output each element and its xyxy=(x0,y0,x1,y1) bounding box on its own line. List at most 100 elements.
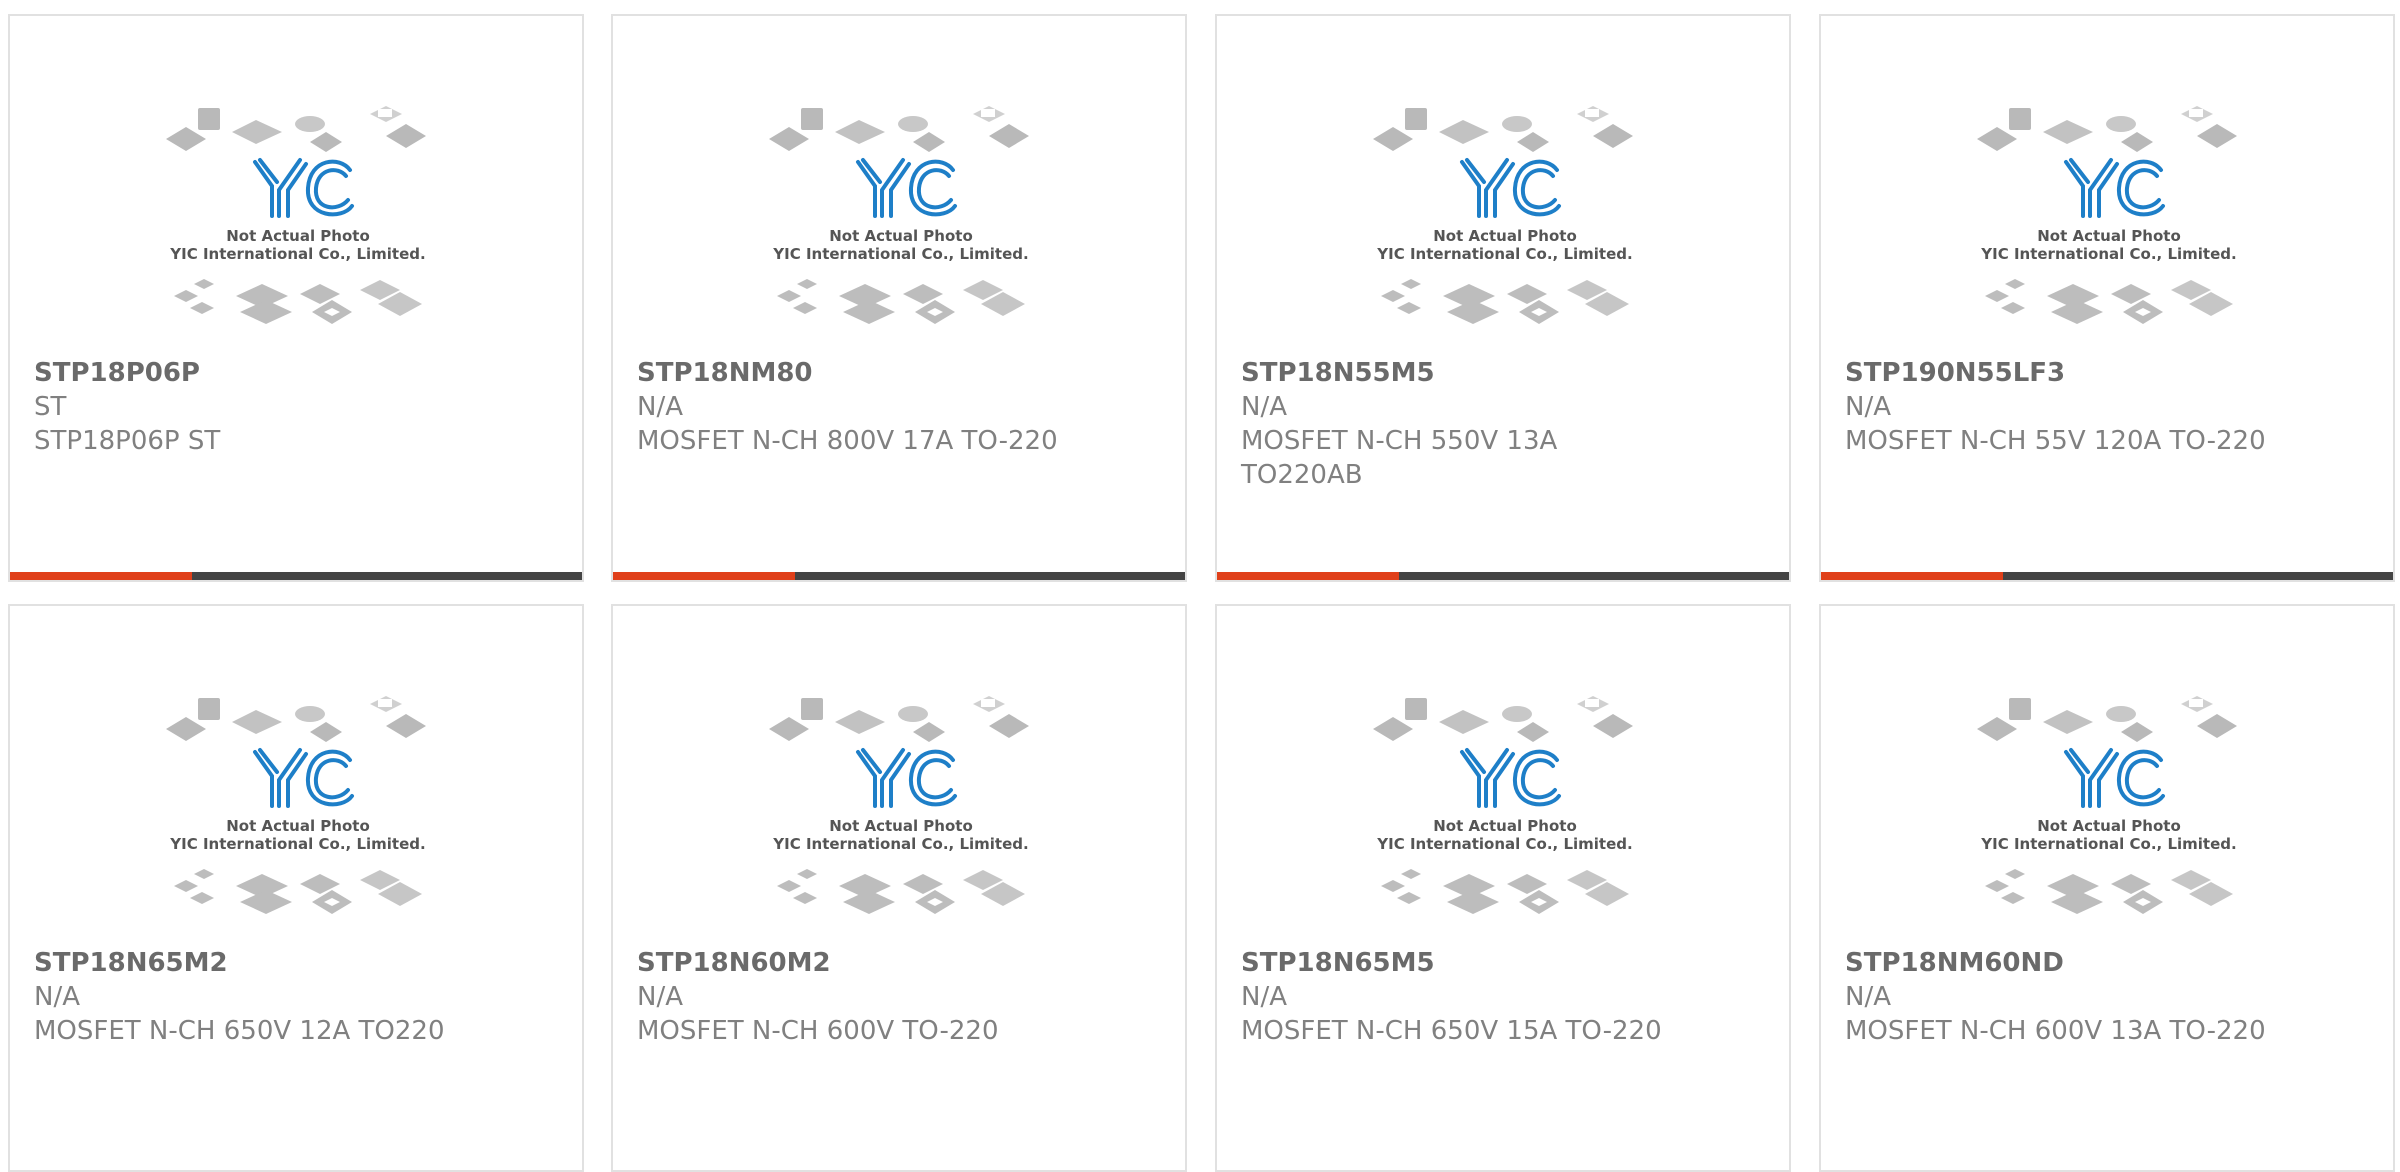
product-description: MOSFET N-CH 650V 15A TO-220 xyxy=(1241,1016,1662,1046)
product-brand: N/A xyxy=(34,982,80,1012)
product-description: MOSFET N-CH 55V 120A TO-220 xyxy=(1845,426,2266,456)
caption-line-1: Not Actual Photo xyxy=(2037,227,2181,245)
chip-icon xyxy=(777,869,1025,914)
chip-icon xyxy=(1381,869,1629,914)
product-part-number[interactable]: STP18N55M5 xyxy=(1241,356,1435,390)
not-actual-photo-caption: Not Actual Photo YIC International Co., … xyxy=(1980,817,2236,853)
caption-line-2: YIC International Co., Limited. xyxy=(1980,835,2236,853)
caption-line-2: YIC International Co., Limited. xyxy=(169,245,425,263)
product-card[interactable]: Not Actual Photo YIC International Co., … xyxy=(1215,14,1791,582)
not-actual-photo-caption: Not Actual Photo YIC International Co., … xyxy=(1376,227,1632,263)
caption-line-1: Not Actual Photo xyxy=(829,817,973,835)
product-image: Not Actual Photo YIC International Co., … xyxy=(763,684,1039,946)
product-image: Not Actual Photo YIC International Co., … xyxy=(1367,94,1643,356)
not-actual-photo-caption: Not Actual Photo YIC International Co., … xyxy=(169,817,425,853)
caption-line-1: Not Actual Photo xyxy=(2037,817,2181,835)
not-actual-photo-caption: Not Actual Photo YIC International Co., … xyxy=(772,227,1028,263)
product-card[interactable]: Not Actual Photo YIC International Co., … xyxy=(8,14,584,582)
yic-logo-icon xyxy=(856,158,957,218)
not-actual-photo-caption: Not Actual Photo YIC International Co., … xyxy=(169,227,425,263)
caption-line-2: YIC International Co., Limited. xyxy=(1376,245,1632,263)
caption-line-2: YIC International Co., Limited. xyxy=(772,835,1028,853)
product-card[interactable]: Not Actual Photo YIC International Co., … xyxy=(611,14,1187,582)
product-description: MOSFET N-CH 600V TO-220 xyxy=(637,1016,999,1046)
product-image: Not Actual Photo YIC International Co., … xyxy=(1367,684,1643,946)
product-card[interactable]: Not Actual Photo YIC International Co., … xyxy=(8,604,584,1172)
product-description: MOSFET N-CH 650V 12A TO220 xyxy=(34,1016,445,1046)
product-brand: N/A xyxy=(1241,982,1287,1012)
yic-logo-icon xyxy=(1460,158,1561,218)
product-part-number[interactable]: STP18N60M2 xyxy=(637,946,831,980)
yic-logo-icon xyxy=(253,158,354,218)
yic-logo-icon xyxy=(2064,748,2165,808)
chip-icon xyxy=(1977,696,2237,742)
not-actual-photo-caption: Not Actual Photo YIC International Co., … xyxy=(772,817,1028,853)
product-part-number[interactable]: STP18P06P xyxy=(34,356,200,390)
product-brand: N/A xyxy=(1845,392,1891,422)
card-bottom-bar xyxy=(1821,572,2393,580)
product-description: MOSFET N-CH 600V 13A TO-220 xyxy=(1845,1016,2266,1046)
card-bar-accent xyxy=(613,572,795,580)
product-description: MOSFET N-CH 800V 17A TO-220 xyxy=(637,426,1058,456)
caption-line-2: YIC International Co., Limited. xyxy=(1980,245,2236,263)
caption-line-1: Not Actual Photo xyxy=(1433,817,1577,835)
placeholder-image: Not Actual Photo YIC International Co., … xyxy=(1977,696,2237,914)
chip-icon xyxy=(769,696,1029,742)
yic-logo-icon xyxy=(1460,748,1561,808)
product-card[interactable]: Not Actual Photo YIC International Co., … xyxy=(1819,14,2395,582)
caption-line-1: Not Actual Photo xyxy=(226,227,370,245)
product-image: Not Actual Photo YIC International Co., … xyxy=(160,94,436,356)
product-brand: N/A xyxy=(637,392,683,422)
product-grid: Not Actual Photo YIC International Co., … xyxy=(0,0,2400,1172)
placeholder-image: Not Actual Photo YIC International Co., … xyxy=(1977,106,2237,324)
product-description: MOSFET N-CH 550V 13A TO220AB xyxy=(1241,426,1558,490)
placeholder-image: Not Actual Photo YIC International Co., … xyxy=(1373,696,1633,914)
product-brand: ST xyxy=(34,392,67,422)
product-description: STP18P06P ST xyxy=(34,426,221,456)
product-brand: N/A xyxy=(1845,982,1891,1012)
product-part-number[interactable]: STP18N65M2 xyxy=(34,946,228,980)
product-part-number[interactable]: STP190N55LF3 xyxy=(1845,356,2065,390)
not-actual-photo-caption: Not Actual Photo YIC International Co., … xyxy=(1376,817,1632,853)
chip-icon xyxy=(777,279,1025,324)
placeholder-image: Not Actual Photo YIC International Co., … xyxy=(166,106,426,324)
caption-line-2: YIC International Co., Limited. xyxy=(1376,835,1632,853)
product-brand: N/A xyxy=(637,982,683,1012)
product-image: Not Actual Photo YIC International Co., … xyxy=(1971,684,2247,946)
chip-icon xyxy=(1977,106,2237,152)
chip-icon xyxy=(1381,279,1629,324)
product-part-number[interactable]: STP18N65M5 xyxy=(1241,946,1435,980)
chip-icon xyxy=(166,106,426,152)
chip-icon xyxy=(166,696,426,742)
chip-icon xyxy=(1985,279,2233,324)
chip-icon xyxy=(174,279,422,324)
caption-line-1: Not Actual Photo xyxy=(1433,227,1577,245)
product-image: Not Actual Photo YIC International Co., … xyxy=(1971,94,2247,356)
not-actual-photo-caption: Not Actual Photo YIC International Co., … xyxy=(1980,227,2236,263)
caption-line-1: Not Actual Photo xyxy=(829,227,973,245)
product-image: Not Actual Photo YIC International Co., … xyxy=(160,684,436,946)
product-brand: N/A xyxy=(1241,392,1287,422)
placeholder-image: Not Actual Photo YIC International Co., … xyxy=(1373,106,1633,324)
chip-icon xyxy=(174,869,422,914)
yic-logo-icon xyxy=(253,748,354,808)
card-bar-accent xyxy=(10,572,192,580)
chip-icon xyxy=(1373,696,1633,742)
card-bar-accent xyxy=(1217,572,1399,580)
product-card[interactable]: Not Actual Photo YIC International Co., … xyxy=(611,604,1187,1172)
caption-line-2: YIC International Co., Limited. xyxy=(772,245,1028,263)
yic-logo-icon xyxy=(2064,158,2165,218)
placeholder-image: Not Actual Photo YIC International Co., … xyxy=(769,696,1029,914)
product-part-number[interactable]: STP18NM60ND xyxy=(1845,946,2064,980)
product-part-number[interactable]: STP18NM80 xyxy=(637,356,813,390)
product-card[interactable]: Not Actual Photo YIC International Co., … xyxy=(1819,604,2395,1172)
product-card[interactable]: Not Actual Photo YIC International Co., … xyxy=(1215,604,1791,1172)
yic-logo-icon xyxy=(856,748,957,808)
card-bottom-bar xyxy=(613,572,1185,580)
card-bar-accent xyxy=(1821,572,2003,580)
product-image: Not Actual Photo YIC International Co., … xyxy=(763,94,1039,356)
card-bottom-bar xyxy=(10,572,582,580)
caption-line-1: Not Actual Photo xyxy=(226,817,370,835)
caption-line-2: YIC International Co., Limited. xyxy=(169,835,425,853)
chip-icon xyxy=(769,106,1029,152)
